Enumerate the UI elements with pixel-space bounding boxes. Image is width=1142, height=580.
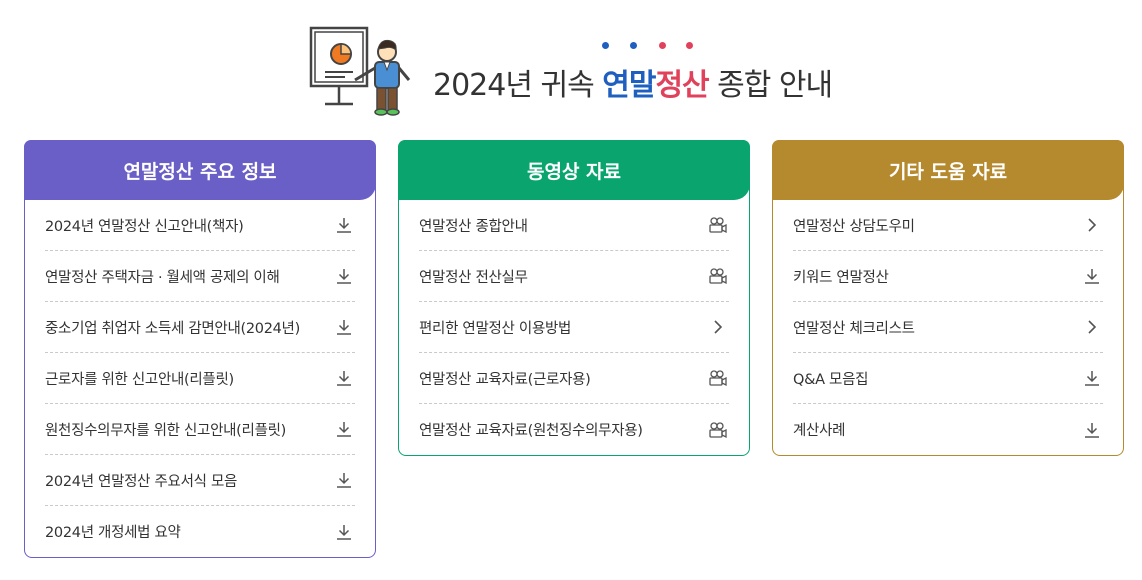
list-item-label: Q&A 모음집 bbox=[793, 371, 869, 388]
list-item-label: 연말정산 교육자료(근로자용) bbox=[419, 371, 591, 388]
list-item[interactable]: 편리한 연말정산 이용방법 bbox=[419, 302, 729, 353]
download-icon bbox=[333, 214, 355, 236]
list-item[interactable]: 연말정산 교육자료(원천징수의무자용) bbox=[419, 404, 729, 455]
list-item-label: 연말정산 상담도우미 bbox=[793, 218, 915, 235]
list-item[interactable]: Q&A 모음집 bbox=[793, 353, 1103, 404]
item-list: 연말정산 종합안내연말정산 전산실무편리한 연말정산 이용방법연말정산 교육자료… bbox=[399, 200, 749, 455]
card-main-info: 연말정산 주요 정보 2024년 연말정산 신고안내(책자) 연말정산 주택자금 … bbox=[24, 140, 376, 558]
card-other-help: 기타 도움 자료 연말정산 상담도우미키워드 연말정산연말정산 체크리스트 Q&A… bbox=[772, 140, 1124, 456]
title-highlight-pink: 정산 bbox=[655, 68, 709, 103]
download-icon bbox=[333, 469, 355, 491]
list-item[interactable]: 2024년 연말정산 신고안내(책자) bbox=[45, 200, 355, 251]
list-item-label: 연말정산 주택자금 · 월세액 공제의 이해 bbox=[45, 269, 280, 286]
video-camera-icon bbox=[707, 367, 729, 389]
download-icon bbox=[333, 367, 355, 389]
title-suffix: 종합 안내 bbox=[708, 68, 833, 103]
download-icon bbox=[1081, 265, 1103, 287]
download-icon bbox=[333, 418, 355, 440]
list-item[interactable]: 키워드 연말정산 bbox=[793, 251, 1103, 302]
list-item[interactable]: 계산사례 bbox=[793, 404, 1103, 455]
list-item-label: 연말정산 전산실무 bbox=[419, 269, 528, 286]
download-icon bbox=[333, 265, 355, 287]
list-item[interactable]: 중소기업 취업자 소득세 감면안내(2024년) bbox=[45, 302, 355, 353]
list-item[interactable]: 2024년 개정세법 요약 bbox=[45, 506, 355, 557]
list-item[interactable]: 연말정산 교육자료(근로자용) bbox=[419, 353, 729, 404]
chevron-right-icon bbox=[1081, 316, 1103, 338]
title-highlight-blue: 연말 bbox=[602, 68, 656, 103]
list-item[interactable]: 연말정산 주택자금 · 월세액 공제의 이해 bbox=[45, 251, 355, 302]
list-item[interactable]: 연말정산 상담도우미 bbox=[793, 200, 1103, 251]
item-list: 2024년 연말정산 신고안내(책자) 연말정산 주택자금 · 월세액 공제의 이… bbox=[25, 200, 375, 557]
chevron-right-icon bbox=[707, 316, 729, 338]
list-item[interactable]: 원천징수의무자를 위한 신고안내(리플릿) bbox=[45, 404, 355, 455]
download-icon bbox=[1081, 419, 1103, 441]
list-item-label: 연말정산 교육자료(원천징수의무자용) bbox=[419, 423, 643, 439]
card-title: 연말정산 주요 정보 bbox=[24, 140, 376, 200]
card-title: 기타 도움 자료 bbox=[772, 140, 1124, 200]
list-item[interactable]: 연말정산 종합안내 bbox=[419, 200, 729, 251]
page-header: 2024년 귀속 연말정산 종합 안내 bbox=[305, 20, 865, 120]
download-icon bbox=[333, 316, 355, 338]
list-item-label: 2024년 개정세법 요약 bbox=[45, 525, 181, 541]
title-prefix: 2024년 귀속 bbox=[433, 68, 603, 103]
card-video: 동영상 자료 연말정산 종합안내 연말정산 전산실무 편리한 연말정산 이용방법 연말… bbox=[398, 140, 750, 456]
video-camera-icon bbox=[707, 214, 729, 236]
list-item-label: 원천징수의무자를 위한 신고안내(리플릿) bbox=[45, 422, 287, 439]
list-item-label: 2024년 연말정산 신고안내(책자) bbox=[45, 218, 244, 235]
list-item[interactable]: 연말정산 체크리스트 bbox=[793, 302, 1103, 353]
title-accent-dots bbox=[602, 42, 702, 52]
video-camera-icon bbox=[707, 265, 729, 287]
card-title: 동영상 자료 bbox=[398, 140, 750, 200]
list-item-label: 연말정산 종합안내 bbox=[419, 218, 528, 235]
accent-dot bbox=[686, 42, 693, 49]
list-item-label: 편리한 연말정산 이용방법 bbox=[419, 320, 572, 337]
download-icon bbox=[1081, 367, 1103, 389]
page-title: 2024년 귀속 연말정산 종합 안내 bbox=[433, 60, 833, 104]
list-item[interactable]: 2024년 연말정산 주요서식 모음 bbox=[45, 455, 355, 506]
download-icon bbox=[333, 521, 355, 543]
accent-dot bbox=[659, 42, 666, 49]
accent-dot bbox=[602, 42, 609, 49]
list-item-label: 2024년 연말정산 주요서식 모음 bbox=[45, 473, 238, 490]
list-item-label: 중소기업 취업자 소득세 감면안내(2024년) bbox=[45, 320, 300, 337]
item-list: 연말정산 상담도우미키워드 연말정산연말정산 체크리스트 Q&A 모음집계산사례 bbox=[773, 200, 1123, 455]
video-camera-icon bbox=[707, 419, 729, 441]
list-item[interactable]: 근로자를 위한 신고안내(리플릿) bbox=[45, 353, 355, 404]
accent-dot bbox=[630, 42, 637, 49]
presentation-illustration-icon bbox=[309, 26, 411, 116]
list-item-label: 계산사례 bbox=[793, 423, 846, 439]
list-item[interactable]: 연말정산 전산실무 bbox=[419, 251, 729, 302]
list-item-label: 근로자를 위한 신고안내(리플릿) bbox=[45, 371, 234, 388]
chevron-right-icon bbox=[1081, 214, 1103, 236]
list-item-label: 키워드 연말정산 bbox=[793, 269, 889, 286]
list-item-label: 연말정산 체크리스트 bbox=[793, 320, 915, 337]
